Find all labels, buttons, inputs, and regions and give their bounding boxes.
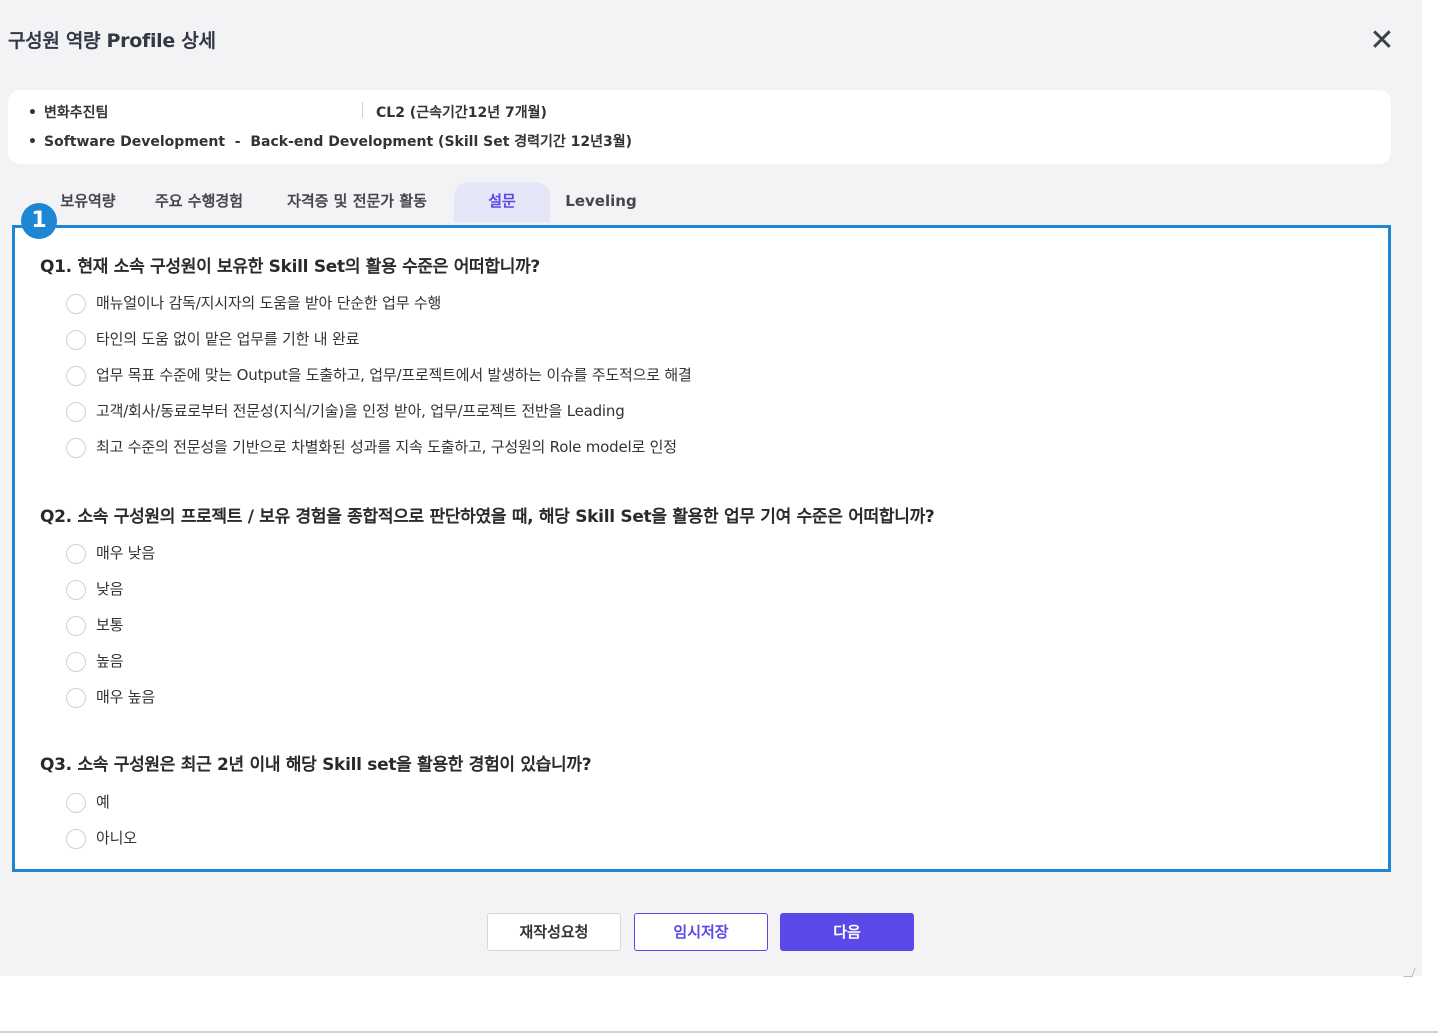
question-2: Q2. 소속 구성원의 프로젝트 / 보유 경험을 종합적으로 판단하였을 때,…: [40, 507, 935, 527]
radio-button[interactable]: [66, 793, 86, 813]
skill-line: • Software Development - Back-end Develop…: [28, 134, 633, 150]
tab-leveling[interactable]: Leveling: [556, 182, 646, 222]
tab-skills[interactable]: 보유역량: [48, 182, 128, 222]
survey-panel: Q1. 현재 소속 구성원이 보유한 Skill Set의 활용 수준은 어떠합…: [12, 225, 1391, 872]
radio-button[interactable]: [66, 366, 86, 386]
radio-button[interactable]: [66, 688, 86, 708]
resize-handle-icon[interactable]: [1403, 968, 1416, 977]
member-info-box: • 변화추진팀 CL2 (근속기간12년 7개월) • Software Devel…: [8, 90, 1391, 164]
radio-button[interactable]: [66, 330, 86, 350]
rewrite-request-button[interactable]: 재작성요청: [487, 913, 621, 951]
career-level: CL2 (근속기간12년 7개월): [376, 105, 547, 121]
tab-survey[interactable]: 설문: [454, 182, 550, 222]
question-1: Q1. 현재 소속 구성원이 보유한 Skill Set의 활용 수준은 어떠합…: [40, 257, 540, 277]
department-line: • 변화추진팀: [28, 105, 109, 121]
profile-detail-modal: 구성원 역량 Profile 상세 ✕ • 변화추진팀 CL2 (근속기간12년 …: [0, 0, 1422, 977]
radio-button[interactable]: [66, 438, 86, 458]
radio-button[interactable]: [66, 402, 86, 422]
temp-save-button[interactable]: 임시저장: [634, 913, 768, 951]
radio-button[interactable]: [66, 829, 86, 849]
close-icon[interactable]: ✕: [1367, 26, 1397, 56]
radio-button[interactable]: [66, 652, 86, 672]
skill-set: Software Development - Back-end Developm…: [44, 134, 633, 150]
tab-experience[interactable]: 주요 수행경험: [141, 182, 257, 222]
next-button[interactable]: 다음: [780, 913, 914, 951]
tab-certificates[interactable]: 자격증 및 전문가 활동: [266, 182, 448, 222]
radio-button[interactable]: [66, 544, 86, 564]
annotation-badge: 1: [21, 203, 57, 239]
radio-button[interactable]: [66, 294, 86, 314]
divider: [362, 102, 363, 118]
radio-button[interactable]: [66, 616, 86, 636]
radio-button[interactable]: [66, 580, 86, 600]
question-3: Q3. 소속 구성원은 최근 2년 이내 해당 Skill set을 활용한 경…: [40, 755, 592, 775]
department: 변화추진팀: [44, 105, 109, 121]
modal-title: 구성원 역량 Profile 상세: [8, 30, 216, 52]
